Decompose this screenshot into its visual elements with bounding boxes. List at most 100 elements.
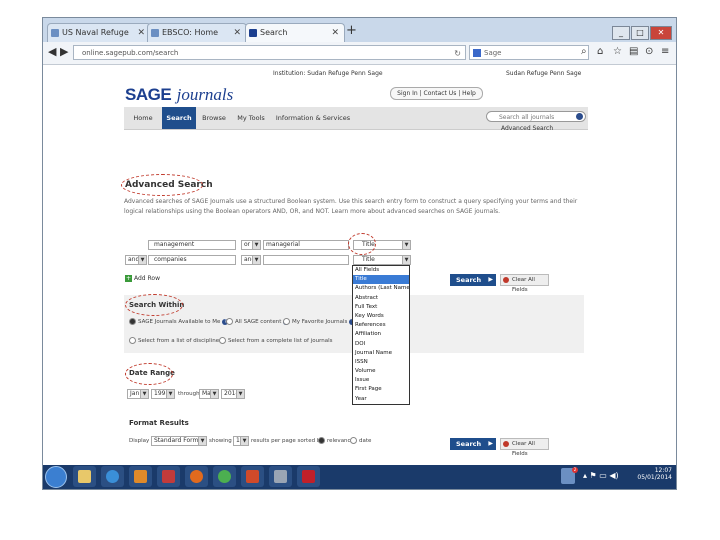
dropdown-option[interactable]: Abstract xyxy=(353,294,409,303)
close-tab-icon[interactable]: ✕ xyxy=(331,24,339,42)
field-dropdown-list[interactable]: All Fields Title Authors (Last Name) Abs… xyxy=(352,265,410,405)
new-tab-button[interactable]: + xyxy=(346,23,357,38)
within-option-journals[interactable]: Select from a complete list of journals xyxy=(219,337,333,344)
taskbar-explorer[interactable] xyxy=(73,466,96,487)
system-clock[interactable]: 12:07 05/01/2014 xyxy=(637,467,672,481)
dropdown-option[interactable]: ISSN xyxy=(353,358,409,367)
chevron-down-icon: ▼ xyxy=(240,437,248,445)
within-option-available[interactable]: SAGE Journals Available to Me? xyxy=(129,318,229,325)
clear-all-button[interactable]: Clear All Fields xyxy=(500,274,549,293)
addon-icon[interactable]: ⊙ xyxy=(645,46,653,57)
tab-label: Search xyxy=(260,28,288,37)
annotation-circle xyxy=(348,233,376,255)
taskbar-app[interactable] xyxy=(157,466,180,487)
boolean-select-2[interactable]: and ▼ xyxy=(241,255,261,265)
maximize-button[interactable]: □ xyxy=(631,26,649,40)
system-tray-icons[interactable]: ▴ ⚑ ▭ ◀) xyxy=(583,471,619,480)
dropdown-option[interactable]: DOI xyxy=(353,340,409,349)
boolean-select-1[interactable]: or ▼ xyxy=(241,240,261,250)
nav-my-tools[interactable]: My Tools xyxy=(232,107,270,129)
menu-icon[interactable]: ≡ xyxy=(661,46,669,57)
taskbar-tool[interactable] xyxy=(269,466,292,487)
home-icon[interactable]: ⌂ xyxy=(597,46,603,57)
dropdown-option[interactable]: Key Words xyxy=(353,312,409,321)
from-month-select[interactable]: Jan ▼ xyxy=(127,389,149,399)
bookmarks-icon[interactable]: ▤ xyxy=(629,46,638,57)
sort-relevance[interactable]: relevance xyxy=(318,437,354,444)
search-button[interactable]: Search ▶ xyxy=(450,274,496,286)
chrome-icon xyxy=(218,470,231,483)
within-option-all[interactable]: All SAGE content? xyxy=(226,318,290,325)
search-term-1[interactable]: management xyxy=(148,240,236,250)
search-go-icon[interactable] xyxy=(576,113,583,120)
sage-journals-logo[interactable]: SAGE journals xyxy=(125,85,233,105)
clear-all-button-bottom[interactable]: Clear All Fields xyxy=(500,438,549,457)
tab-search[interactable]: Search ✕ xyxy=(245,23,345,42)
chevron-down-icon: ▼ xyxy=(252,256,260,264)
search-icon[interactable]: ⌕ xyxy=(581,46,587,57)
dropdown-option[interactable]: Full Text xyxy=(353,303,409,312)
radio-icon xyxy=(226,318,233,325)
radio-icon xyxy=(129,318,136,325)
within-option-favorites[interactable]: My Favorite Journals? xyxy=(283,318,356,325)
forward-arrow-icon[interactable]: ▶ xyxy=(60,45,68,58)
add-row-button[interactable]: + Add Row xyxy=(125,275,160,282)
annotation-circle xyxy=(125,294,183,316)
dropdown-option[interactable]: Volume xyxy=(353,367,409,376)
nav-home[interactable]: Home xyxy=(124,107,162,129)
operator-select-2[interactable]: and ▼ xyxy=(125,255,147,265)
nav-search[interactable]: Search xyxy=(162,107,196,129)
bookmark-star-icon[interactable]: ☆ xyxy=(613,46,622,57)
taskbar-ie[interactable] xyxy=(101,466,124,487)
clock-time: 12:07 xyxy=(654,467,672,474)
search-button-bottom[interactable]: Search ▶ xyxy=(450,438,496,450)
search-term-4[interactable] xyxy=(263,255,349,265)
nav-browse[interactable]: Browse xyxy=(196,107,232,129)
dropdown-option[interactable]: Year xyxy=(353,395,409,404)
tab-ebsco[interactable]: EBSCO: Home ✕ xyxy=(147,23,247,42)
field-select-2[interactable]: Title ▼ xyxy=(353,255,411,265)
to-year-select[interactable]: 2014 ▼ xyxy=(221,389,245,399)
taskbar-powerpoint[interactable] xyxy=(241,466,264,487)
close-tab-icon[interactable]: ✕ xyxy=(137,24,145,42)
taskbar-firefox[interactable] xyxy=(185,466,208,487)
close-window-button[interactable]: ✕ xyxy=(650,26,672,40)
taskbar-acrobat[interactable] xyxy=(297,466,320,487)
dropdown-option[interactable]: Affiliation xyxy=(353,330,409,339)
reload-icon[interactable]: ↻ xyxy=(454,46,461,61)
dropdown-option[interactable]: Authors (Last Name) xyxy=(353,284,409,293)
arrow-right-icon: ▶ xyxy=(488,440,493,447)
dropdown-option[interactable]: First Page xyxy=(353,385,409,394)
select-value: Standard Format xyxy=(154,437,205,444)
tab-naval-refuge[interactable]: US Naval Refuge ✕ xyxy=(47,23,151,42)
nav-info-services[interactable]: Information & Services xyxy=(270,107,356,129)
back-arrow-icon[interactable]: ◀ xyxy=(48,45,56,58)
per-page-select[interactable]: 10▼ xyxy=(233,436,249,446)
from-year-select[interactable]: 1998 ▼ xyxy=(151,389,175,399)
close-tab-icon[interactable]: ✕ xyxy=(233,24,241,42)
browser-search-input[interactable]: Sage xyxy=(469,45,589,60)
search-button-label: Search xyxy=(456,440,482,448)
dropdown-option[interactable]: Journal Name xyxy=(353,349,409,358)
taskbar-chrome[interactable] xyxy=(213,466,236,487)
display-format-select[interactable]: Standard Format ▼ xyxy=(151,436,207,446)
dropdown-option[interactable]: All Fields xyxy=(353,266,409,275)
dropdown-option[interactable]: Issue xyxy=(353,376,409,385)
advanced-search-link[interactable]: Advanced Search xyxy=(501,125,553,132)
start-button[interactable] xyxy=(45,466,67,488)
within-option-disciplines[interactable]: Select from a list of disciplines xyxy=(129,337,222,344)
site-search-input[interactable]: Search all journals xyxy=(486,111,586,122)
clear-icon xyxy=(503,277,509,283)
notification-icon[interactable]: 2 xyxy=(561,467,578,484)
search-term-3[interactable]: companies xyxy=(148,255,236,265)
to-month-select[interactable]: May ▼ xyxy=(199,389,219,399)
address-bar[interactable]: online.sagepub.com/search ↻ xyxy=(73,45,466,60)
taskbar-media[interactable] xyxy=(129,466,152,487)
tool-icon xyxy=(274,470,287,483)
minimize-button[interactable]: _ xyxy=(612,26,630,40)
dropdown-option-selected[interactable]: Title xyxy=(353,275,409,285)
sort-date[interactable]: date xyxy=(350,437,371,444)
search-term-2[interactable]: managerial xyxy=(263,240,349,250)
account-links[interactable]: Sign In | Contact Us | Help xyxy=(390,87,483,100)
dropdown-option[interactable]: References xyxy=(353,321,409,330)
